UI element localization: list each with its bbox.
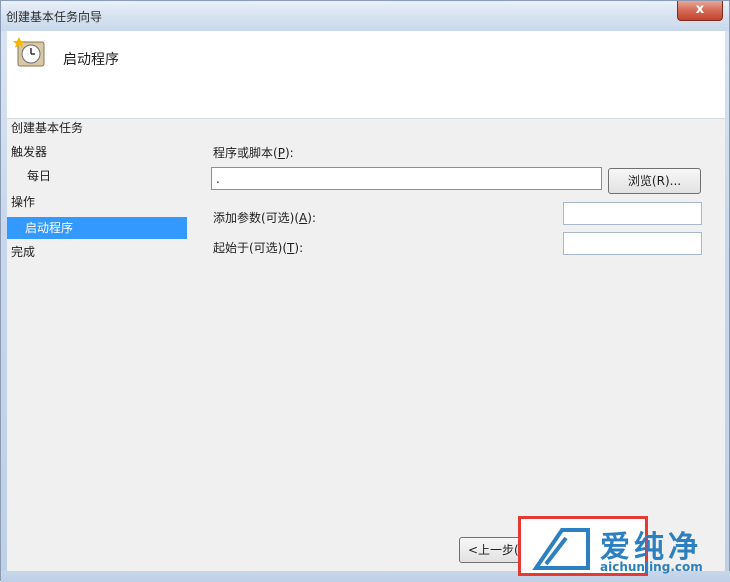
window-title: 创建基本任务向导	[6, 10, 103, 24]
nav-item-label: 操作	[11, 195, 36, 209]
program-label-key: P	[277, 146, 285, 160]
nav-item-label: 每日	[27, 169, 52, 183]
close-icon: x	[695, 2, 705, 17]
wizard-window: 创建基本任务向导 x 启动程序 创建基本任务 触发器 每日 操作 启动程序 完成…	[0, 0, 730, 582]
args-input[interactable]	[563, 202, 702, 225]
args-label: 添加参数(可选)(A):	[213, 209, 316, 226]
args-label-text: 添加参数(可选)(	[213, 211, 300, 225]
wizard-content: 创建基本任务 触发器 每日 操作 启动程序 完成 程序或脚本(P): 浏览(R)…	[7, 119, 725, 571]
nav-item-finish[interactable]: 完成	[11, 241, 35, 263]
nav-item-action[interactable]: 操作	[11, 191, 35, 213]
nav-item-label: 触发器	[11, 145, 48, 159]
wizard-header: 启动程序	[7, 31, 725, 119]
nav-item-label: 启动程序	[25, 221, 74, 235]
program-input[interactable]	[211, 167, 602, 190]
nav-heading: 创建基本任务	[11, 121, 84, 135]
nav-item-daily[interactable]: 每日	[27, 165, 51, 187]
nav-item-start-program[interactable]: 启动程序	[7, 217, 187, 239]
watermark-url: aichunjing.com	[600, 560, 703, 574]
program-label: 程序或脚本(P):	[213, 144, 294, 161]
clock-task-icon	[13, 37, 45, 67]
close-button[interactable]: x	[677, 1, 723, 21]
start-label-text: 起始于(可选)(	[213, 241, 288, 255]
program-label-suffix: ):	[284, 146, 294, 160]
nav-item-trigger[interactable]: 触发器	[11, 141, 47, 163]
start-in-input[interactable]	[563, 232, 702, 255]
title-bar[interactable]: 创建基本任务向导 x	[1, 1, 729, 31]
browse-button[interactable]: 浏览(R)...	[608, 168, 701, 194]
start-in-label: 起始于(可选)(T):	[213, 239, 303, 256]
watermark: 爱纯净 aichunjing.com	[532, 522, 722, 576]
program-label-text: 程序或脚本(	[213, 146, 278, 160]
watermark-logo-icon	[532, 528, 590, 570]
start-label-suffix: ):	[294, 241, 304, 255]
nav-item-label: 完成	[11, 245, 36, 259]
wizard-steps-nav: 创建基本任务 触发器 每日 操作 启动程序 完成	[7, 119, 192, 571]
args-label-suffix: ):	[307, 211, 316, 225]
page-title: 启动程序	[63, 52, 119, 68]
